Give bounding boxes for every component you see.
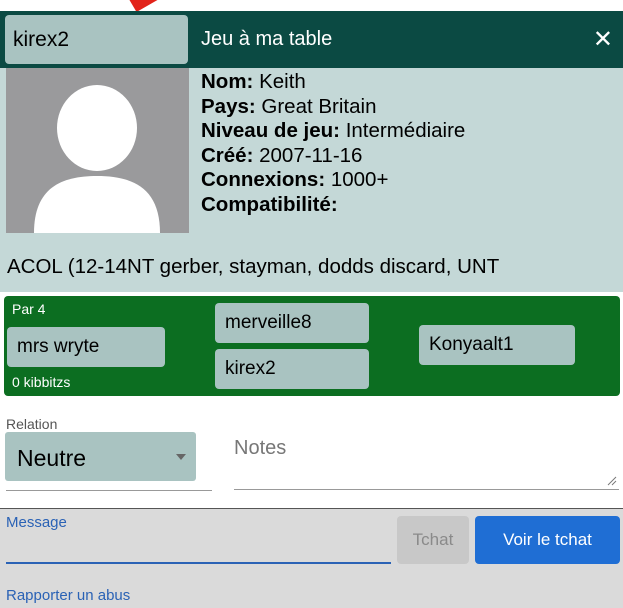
level-label: Niveau de jeu: <box>201 119 340 142</box>
seat-south[interactable]: kirex2 <box>215 349 369 389</box>
par-label: Par 4 <box>12 301 46 317</box>
close-icon[interactable]: ✕ <box>593 11 613 68</box>
resize-grip-icon[interactable] <box>607 476 617 486</box>
country-value: Great Britain <box>255 94 377 118</box>
seat-east[interactable]: Konyaalt1 <box>419 325 575 365</box>
relation-value: Neutre <box>17 445 87 471</box>
message-divider <box>0 508 623 509</box>
name-value: Keith <box>253 70 306 93</box>
profile-connections-row: Connexions: 1000+ <box>201 168 465 193</box>
relation-select[interactable]: Neutre <box>5 432 196 481</box>
profile-compat-row: Compatibilité: <box>201 193 465 218</box>
seat-west[interactable]: mrs wryte <box>7 327 165 367</box>
connections-value: 1000+ <box>325 168 389 191</box>
table-panel[interactable]: Par 4 mrs wryte merveille8 kirex2 Konyaa… <box>4 296 620 396</box>
message-underline <box>6 562 391 564</box>
country-label: Pays: <box>201 94 256 118</box>
view-chat-button[interactable]: Voir le tchat <box>475 516 620 564</box>
profile-level-row: Niveau de jeu: Intermédiaire <box>201 119 465 144</box>
connections-label: Connexions: <box>201 168 326 191</box>
profile-country-row: Pays: Great Britain <box>201 95 465 120</box>
top-strip <box>0 0 623 11</box>
created-label: Créé: <box>201 143 254 167</box>
dropdown-arrow-icon <box>176 454 186 460</box>
message-area: Message Tchat Voir le tchat Rapporter un… <box>0 508 623 608</box>
seat-north[interactable]: merveille8 <box>215 303 369 343</box>
tchat-button[interactable]: Tchat <box>397 516 469 564</box>
header-bar: kirex2 Jeu à ma table ✕ <box>0 11 623 68</box>
notes-underline <box>234 489 619 490</box>
notes-field[interactable]: Notes <box>234 437 286 460</box>
level-value: Intermédiaire <box>340 119 466 142</box>
message-input[interactable]: Message <box>6 514 67 531</box>
relation-underline <box>6 490 212 491</box>
compat-value: ACOL (12-14NT gerber, stayman, dodds dis… <box>7 255 500 278</box>
profile-panel: Nom: Keith Pays: Great Britain Niveau de… <box>0 68 623 292</box>
created-value: 2007-11-16 <box>253 143 363 167</box>
profile-name-row: Nom: Keith <box>201 70 465 95</box>
relation-label: Relation <box>6 416 58 432</box>
kibbitz-count: 0 kibbitzs <box>12 374 71 390</box>
header-title: Jeu à ma table <box>201 28 333 50</box>
report-abuse-link[interactable]: Rapporter un abus <box>6 587 130 604</box>
username-pill[interactable]: kirex2 <box>5 15 188 64</box>
compat-label: Compatibilité: <box>201 192 338 216</box>
profile-created-row: Créé: 2007-11-16 <box>201 144 465 169</box>
avatar-icon <box>6 68 189 233</box>
name-label: Nom: <box>201 70 254 93</box>
profile-info: Nom: Keith Pays: Great Britain Niveau de… <box>201 70 465 217</box>
